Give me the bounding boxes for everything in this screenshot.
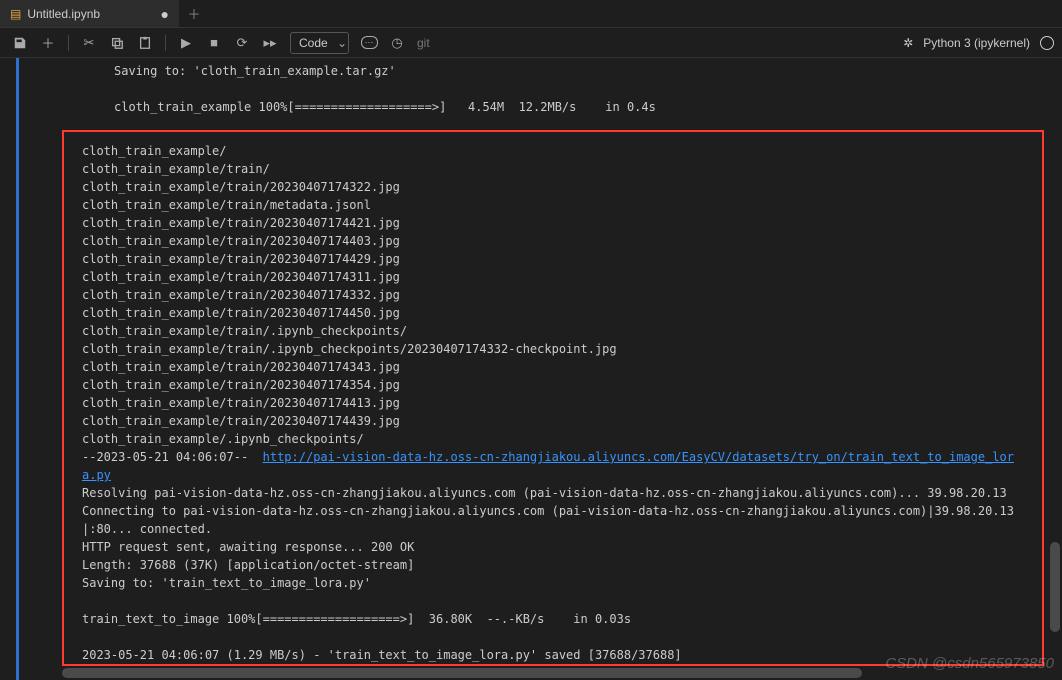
run-button[interactable]: ▶ [174, 31, 198, 55]
cell-type-select[interactable]: Code [290, 32, 349, 54]
variable-inspector-button[interactable]: ⋯ [357, 31, 381, 55]
timing-button[interactable]: ◷ [385, 31, 409, 55]
git-button[interactable]: git [413, 31, 434, 55]
kernel-name[interactable]: Python 3 (ipykernel) [923, 36, 1030, 50]
dirty-indicator-icon: ● [161, 6, 169, 22]
paste-button[interactable] [133, 31, 157, 55]
save-button[interactable] [8, 31, 32, 55]
tab-title: Untitled.ipynb [27, 7, 100, 21]
restart-button[interactable]: ⟳ [230, 31, 254, 55]
notebook-icon: ▤ [10, 7, 21, 21]
separator [68, 35, 69, 51]
horizontal-scrollbar[interactable] [62, 668, 1042, 678]
run-all-button[interactable]: ▸▸ [258, 31, 282, 55]
cell-selection-bar[interactable] [16, 58, 19, 680]
output-text: cloth_train_example/ cloth_train_example… [82, 142, 1024, 664]
file-tab[interactable]: ▤ Untitled.ipynb ● [0, 0, 180, 27]
add-cell-button[interactable]: ＋ [36, 31, 60, 55]
vertical-scrollbar[interactable] [1050, 122, 1060, 680]
new-tab-button[interactable]: ＋ [180, 0, 208, 27]
cut-button[interactable]: ✂ [77, 31, 101, 55]
scroll-thumb[interactable] [62, 668, 862, 678]
toolbar: ＋ ✂ ▶ ■ ⟳ ▸▸ Code ⋯ ◷ git Python 3 (ipyk… [0, 28, 1062, 58]
bug-icon[interactable] [903, 35, 913, 50]
kernel-status-icon[interactable] [1040, 36, 1054, 50]
notebook-content: Saving to: 'cloth_train_example.tar.gz' … [0, 58, 1062, 680]
scroll-thumb[interactable] [1050, 542, 1060, 632]
tab-bar: ▤ Untitled.ipynb ● ＋ [0, 0, 1062, 28]
cell-output-highlighted: cloth_train_example/ cloth_train_example… [62, 130, 1044, 666]
stop-button[interactable]: ■ [202, 31, 226, 55]
separator [165, 35, 166, 51]
copy-button[interactable] [105, 31, 129, 55]
